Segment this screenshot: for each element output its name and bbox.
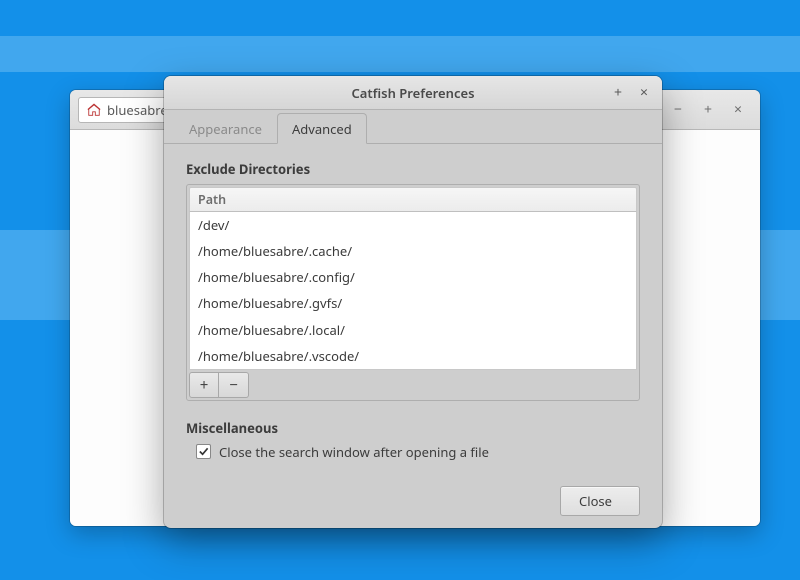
tab-bar: Appearance Advanced: [164, 110, 662, 144]
list-item[interactable]: /home/bluesabre/.config/: [190, 264, 636, 290]
close-button[interactable]: ×: [636, 85, 652, 101]
exclude-toolbar: + −: [189, 372, 637, 398]
exclude-list-frame: Path /dev//home/bluesabre/.cache//home/b…: [186, 184, 640, 401]
maximize-button[interactable]: +: [610, 85, 626, 101]
misc-heading: Miscellaneous: [186, 419, 640, 437]
dialog-titlebar[interactable]: Catfish Preferences + ×: [164, 76, 662, 110]
plus-icon: +: [200, 375, 209, 395]
close-after-open-label: Close the search window after opening a …: [219, 443, 489, 461]
remove-button[interactable]: −: [219, 372, 249, 398]
exclude-list[interactable]: /dev//home/bluesabre/.cache//home/bluesa…: [189, 212, 637, 370]
home-icon: [87, 103, 101, 117]
close-dialog-button[interactable]: Close: [560, 486, 640, 516]
wallpaper-stripe: [0, 36, 800, 72]
misc-section: Miscellaneous Close the search window af…: [186, 417, 640, 461]
tab-advanced[interactable]: Advanced: [277, 113, 367, 144]
close-after-open-option[interactable]: Close the search window after opening a …: [196, 443, 640, 461]
minimize-button[interactable]: −: [670, 102, 686, 118]
preferences-dialog: Catfish Preferences + × Appearance Advan…: [164, 76, 662, 528]
exclude-column-header[interactable]: Path: [189, 187, 637, 212]
tab-appearance[interactable]: Appearance: [174, 113, 277, 144]
check-icon: [198, 446, 209, 457]
minus-icon: −: [229, 375, 238, 395]
list-item[interactable]: /dev/: [190, 212, 636, 238]
checkbox[interactable]: [196, 444, 211, 459]
list-item[interactable]: /home/bluesabre/.local/: [190, 317, 636, 343]
list-item[interactable]: /home/bluesabre/.cache/: [190, 238, 636, 264]
dialog-title: Catfish Preferences: [174, 84, 652, 102]
maximize-button[interactable]: +: [700, 102, 716, 118]
close-button[interactable]: ×: [730, 102, 746, 118]
dialog-action-bar: Close: [186, 468, 640, 516]
tab-content-advanced: Exclude Directories Path /dev//home/blue…: [164, 144, 662, 528]
add-button[interactable]: +: [189, 372, 219, 398]
path-label: bluesabre: [107, 101, 168, 119]
list-item[interactable]: /home/bluesabre/.gvfs/: [190, 290, 636, 316]
exclude-heading: Exclude Directories: [186, 160, 640, 178]
list-item[interactable]: /home/bluesabre/.vscode/: [190, 343, 636, 369]
